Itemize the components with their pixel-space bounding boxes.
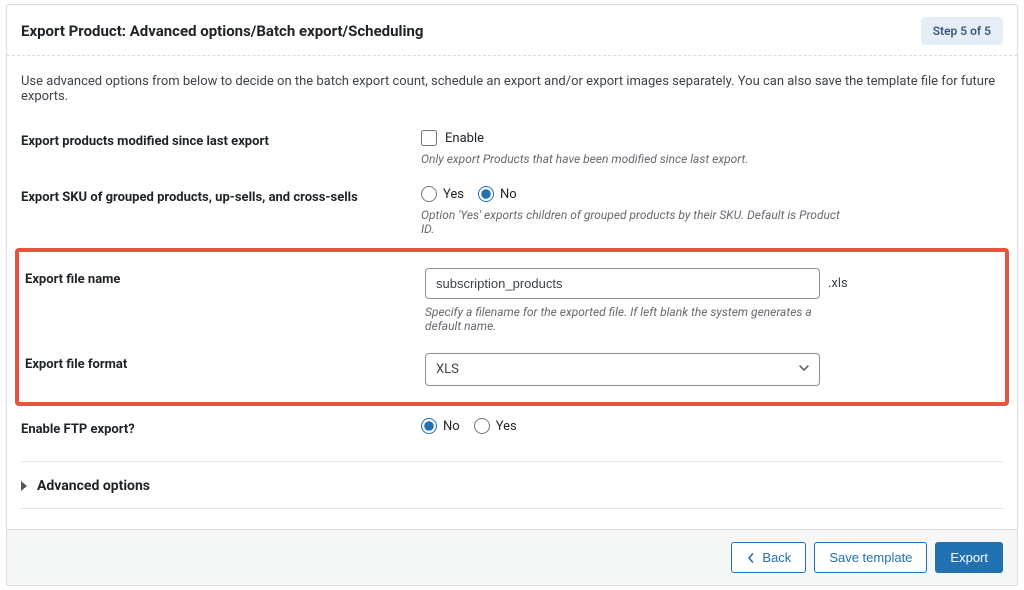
- advanced-options-title: Advanced options: [37, 478, 150, 494]
- export-button[interactable]: Export: [935, 542, 1003, 573]
- export-panel: Export Product: Advanced options/Batch e…: [6, 4, 1018, 586]
- ftp-radio-yes[interactable]: [474, 418, 490, 434]
- step-badge: Step 5 of 5: [921, 17, 1003, 45]
- enable-checkbox[interactable]: [421, 130, 437, 146]
- ftp-radio-yes-wrapper[interactable]: Yes: [474, 418, 517, 434]
- hint-modified-since: Only export Products that have been modi…: [421, 152, 841, 166]
- row-ftp: Enable FTP export? No Yes: [21, 408, 1003, 447]
- row-file-format: Export file format XLS: [25, 343, 999, 396]
- enable-checkbox-wrapper[interactable]: Enable: [421, 130, 1003, 146]
- hint-file-name: Specify a filename for the exported file…: [425, 305, 845, 333]
- intro-text: Use advanced options from below to decid…: [7, 56, 1017, 114]
- row-modified-since: Export products modified since last expo…: [21, 120, 1003, 176]
- back-button[interactable]: Back: [731, 542, 806, 573]
- sku-radio-yes[interactable]: [421, 186, 437, 202]
- file-name-input[interactable]: [425, 268, 820, 299]
- hint-sku-grouped: Option 'Yes' exports children of grouped…: [421, 208, 841, 236]
- row-file-name: Export file name .xls Specify a filename…: [25, 258, 999, 343]
- label-file-format: Export file format: [25, 353, 425, 372]
- caret-right-icon: [21, 481, 27, 491]
- chevron-left-icon: [746, 553, 756, 563]
- export-button-label: Export: [950, 550, 988, 565]
- sku-no-label: No: [500, 187, 517, 202]
- footer-bar: Back Save template Export: [7, 529, 1017, 585]
- label-modified-since: Export products modified since last expo…: [21, 130, 421, 149]
- enable-checkbox-label: Enable: [445, 131, 484, 146]
- file-format-select[interactable]: XLS: [425, 353, 820, 386]
- ftp-radio-no[interactable]: [421, 418, 437, 434]
- sku-radio-no[interactable]: [478, 186, 494, 202]
- save-template-button[interactable]: Save template: [814, 542, 927, 573]
- advanced-options-accordion[interactable]: Advanced options: [21, 461, 1003, 509]
- panel-header: Export Product: Advanced options/Batch e…: [7, 5, 1017, 56]
- ftp-yes-label: Yes: [496, 419, 517, 434]
- form-body: Export products modified since last expo…: [7, 114, 1017, 447]
- sku-yes-label: Yes: [443, 187, 464, 202]
- label-ftp: Enable FTP export?: [21, 418, 421, 437]
- back-button-label: Back: [762, 550, 791, 565]
- file-extension: .xls: [828, 276, 848, 291]
- highlight-box: Export file name .xls Specify a filename…: [15, 248, 1009, 406]
- label-sku-grouped: Export SKU of grouped products, up-sells…: [21, 186, 421, 205]
- save-template-label: Save template: [829, 550, 912, 565]
- ftp-radio-no-wrapper[interactable]: No: [421, 418, 460, 434]
- sku-radio-no-wrapper[interactable]: No: [478, 186, 517, 202]
- row-sku-grouped: Export SKU of grouped products, up-sells…: [21, 176, 1003, 246]
- label-file-name: Export file name: [25, 268, 425, 287]
- ftp-no-label: No: [443, 419, 460, 434]
- sku-radio-yes-wrapper[interactable]: Yes: [421, 186, 464, 202]
- page-title: Export Product: Advanced options/Batch e…: [21, 22, 423, 40]
